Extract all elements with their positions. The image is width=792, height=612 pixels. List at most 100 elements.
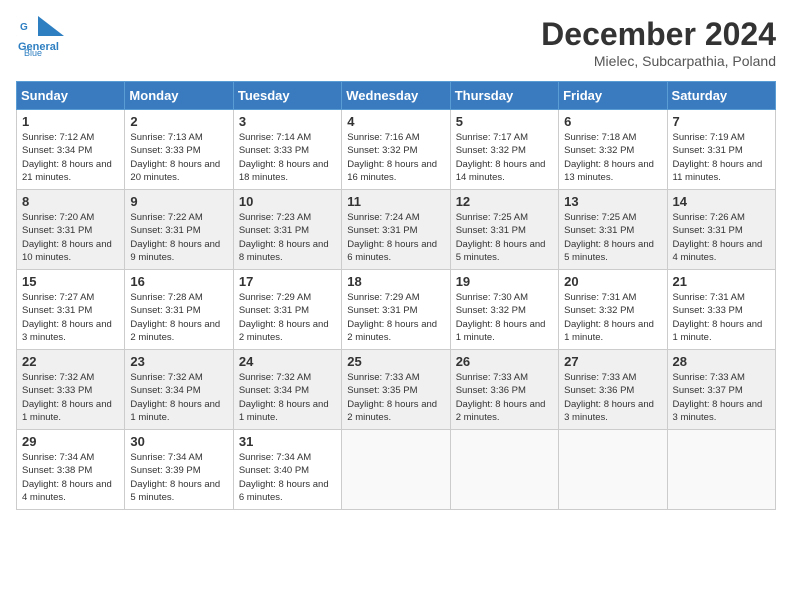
day-info: Sunrise: 7:25 AMSunset: 3:31 PMDaylight:… (456, 211, 553, 264)
calendar-day-cell: 29 Sunrise: 7:34 AMSunset: 3:38 PMDayligh… (17, 430, 125, 510)
column-header-thursday: Thursday (450, 82, 558, 110)
day-info: Sunrise: 7:33 AMSunset: 3:36 PMDaylight:… (564, 371, 661, 424)
day-number: 28 (673, 354, 770, 369)
calendar-day-cell: 5 Sunrise: 7:17 AMSunset: 3:32 PMDaylight… (450, 110, 558, 190)
calendar-header-row: SundayMondayTuesdayWednesdayThursdayFrid… (17, 82, 776, 110)
day-info: Sunrise: 7:33 AMSunset: 3:35 PMDaylight:… (347, 371, 444, 424)
column-header-sunday: Sunday (17, 82, 125, 110)
calendar-day-cell: 23 Sunrise: 7:32 AMSunset: 3:34 PMDayligh… (125, 350, 233, 430)
day-info: Sunrise: 7:20 AMSunset: 3:31 PMDaylight:… (22, 211, 119, 264)
calendar-day-cell: 19 Sunrise: 7:30 AMSunset: 3:32 PMDayligh… (450, 270, 558, 350)
day-number: 7 (673, 114, 770, 129)
day-number: 13 (564, 194, 661, 209)
calendar-day-cell: 4 Sunrise: 7:16 AMSunset: 3:32 PMDaylight… (342, 110, 450, 190)
column-header-wednesday: Wednesday (342, 82, 450, 110)
day-number: 5 (456, 114, 553, 129)
empty-cell (559, 430, 667, 510)
day-number: 19 (456, 274, 553, 289)
calendar-day-cell: 9 Sunrise: 7:22 AMSunset: 3:31 PMDaylight… (125, 190, 233, 270)
calendar-day-cell: 11Sunrise: 7:24 AMSunset: 3:31 PMDayligh… (342, 190, 450, 270)
day-info: Sunrise: 7:31 AMSunset: 3:32 PMDaylight:… (564, 291, 661, 344)
location: Mielec, Subcarpathia, Poland (541, 53, 776, 69)
calendar-day-cell: 14Sunrise: 7:26 AMSunset: 3:31 PMDayligh… (667, 190, 775, 270)
day-number: 23 (130, 354, 227, 369)
day-info: Sunrise: 7:17 AMSunset: 3:32 PMDaylight:… (456, 131, 553, 184)
day-info: Sunrise: 7:34 AMSunset: 3:38 PMDaylight:… (22, 451, 119, 504)
calendar-day-cell: 2 Sunrise: 7:13 AMSunset: 3:33 PMDaylight… (125, 110, 233, 190)
calendar-day-cell: 17Sunrise: 7:29 AMSunset: 3:31 PMDayligh… (233, 270, 341, 350)
day-info: Sunrise: 7:27 AMSunset: 3:31 PMDaylight:… (22, 291, 119, 344)
day-number: 30 (130, 434, 227, 449)
day-number: 17 (239, 274, 336, 289)
calendar-day-cell: 25 Sunrise: 7:33 AMSunset: 3:35 PMDayligh… (342, 350, 450, 430)
calendar-day-cell: 7Sunrise: 7:19 AMSunset: 3:31 PMDaylight… (667, 110, 775, 190)
day-info: Sunrise: 7:30 AMSunset: 3:32 PMDaylight:… (456, 291, 553, 344)
day-number: 26 (456, 354, 553, 369)
calendar-day-cell: 1 Sunrise: 7:12 AMSunset: 3:34 PMDaylight… (17, 110, 125, 190)
day-info: Sunrise: 7:28 AMSunset: 3:31 PMDaylight:… (130, 291, 227, 344)
calendar-day-cell: 21Sunrise: 7:31 AMSunset: 3:33 PMDayligh… (667, 270, 775, 350)
column-header-saturday: Saturday (667, 82, 775, 110)
day-number: 27 (564, 354, 661, 369)
calendar-day-cell: 28Sunrise: 7:33 AMSunset: 3:37 PMDayligh… (667, 350, 775, 430)
calendar-day-cell: 20 Sunrise: 7:31 AMSunset: 3:32 PMDayligh… (559, 270, 667, 350)
logo-icon: G General Blue (16, 16, 64, 56)
day-number: 16 (130, 274, 227, 289)
calendar-week-row: 22Sunrise: 7:32 AMSunset: 3:33 PMDayligh… (17, 350, 776, 430)
calendar-day-cell: 22Sunrise: 7:32 AMSunset: 3:33 PMDayligh… (17, 350, 125, 430)
column-header-monday: Monday (125, 82, 233, 110)
calendar-day-cell: 31Sunrise: 7:34 AMSunset: 3:40 PMDayligh… (233, 430, 341, 510)
day-number: 29 (22, 434, 119, 449)
calendar-day-cell: 15 Sunrise: 7:27 AMSunset: 3:31 PMDayligh… (17, 270, 125, 350)
day-number: 1 (22, 114, 119, 129)
day-info: Sunrise: 7:24 AMSunset: 3:31 PMDaylight:… (347, 211, 444, 264)
calendar-day-cell: 3 Sunrise: 7:14 AMSunset: 3:33 PMDaylight… (233, 110, 341, 190)
day-number: 4 (347, 114, 444, 129)
day-number: 3 (239, 114, 336, 129)
page-header: G General Blue December 2024 Mielec, Sub… (16, 16, 776, 69)
day-info: Sunrise: 7:33 AMSunset: 3:36 PMDaylight:… (456, 371, 553, 424)
calendar-day-cell: 16 Sunrise: 7:28 AMSunset: 3:31 PMDayligh… (125, 270, 233, 350)
column-header-tuesday: Tuesday (233, 82, 341, 110)
day-info: Sunrise: 7:31 AMSunset: 3:33 PMDaylight:… (673, 291, 770, 344)
day-number: 9 (130, 194, 227, 209)
day-number: 10 (239, 194, 336, 209)
day-number: 8 (22, 194, 119, 209)
svg-text:Blue: Blue (24, 48, 42, 56)
day-info: Sunrise: 7:22 AMSunset: 3:31 PMDaylight:… (130, 211, 227, 264)
month-title: December 2024 (541, 16, 776, 53)
day-info: Sunrise: 7:14 AMSunset: 3:33 PMDaylight:… (239, 131, 336, 184)
calendar-day-cell: 30 Sunrise: 7:34 AMSunset: 3:39 PMDayligh… (125, 430, 233, 510)
day-number: 14 (673, 194, 770, 209)
day-number: 22 (22, 354, 119, 369)
calendar-day-cell: 18Sunrise: 7:29 AMSunset: 3:31 PMDayligh… (342, 270, 450, 350)
day-number: 25 (347, 354, 444, 369)
day-number: 12 (456, 194, 553, 209)
day-info: Sunrise: 7:18 AMSunset: 3:32 PMDaylight:… (564, 131, 661, 184)
column-header-friday: Friday (559, 82, 667, 110)
empty-cell (450, 430, 558, 510)
calendar-week-row: 1 Sunrise: 7:12 AMSunset: 3:34 PMDaylight… (17, 110, 776, 190)
day-info: Sunrise: 7:16 AMSunset: 3:32 PMDaylight:… (347, 131, 444, 184)
day-number: 20 (564, 274, 661, 289)
day-info: Sunrise: 7:25 AMSunset: 3:31 PMDaylight:… (564, 211, 661, 264)
day-info: Sunrise: 7:12 AMSunset: 3:34 PMDaylight:… (22, 131, 119, 184)
day-info: Sunrise: 7:34 AMSunset: 3:39 PMDaylight:… (130, 451, 227, 504)
svg-text:G: G (20, 22, 28, 33)
calendar-table: SundayMondayTuesdayWednesdayThursdayFrid… (16, 81, 776, 510)
title-block: December 2024 Mielec, Subcarpathia, Pola… (541, 16, 776, 69)
day-info: Sunrise: 7:23 AMSunset: 3:31 PMDaylight:… (239, 211, 336, 264)
day-number: 2 (130, 114, 227, 129)
calendar-day-cell: 24Sunrise: 7:32 AMSunset: 3:34 PMDayligh… (233, 350, 341, 430)
calendar-week-row: 15 Sunrise: 7:27 AMSunset: 3:31 PMDayligh… (17, 270, 776, 350)
calendar-day-cell: 13 Sunrise: 7:25 AMSunset: 3:31 PMDayligh… (559, 190, 667, 270)
day-info: Sunrise: 7:13 AMSunset: 3:33 PMDaylight:… (130, 131, 227, 184)
day-info: Sunrise: 7:32 AMSunset: 3:34 PMDaylight:… (130, 371, 227, 424)
logo: G General Blue (16, 16, 64, 56)
calendar-day-cell: 26 Sunrise: 7:33 AMSunset: 3:36 PMDayligh… (450, 350, 558, 430)
day-info: Sunrise: 7:34 AMSunset: 3:40 PMDaylight:… (239, 451, 336, 504)
calendar-day-cell: 27 Sunrise: 7:33 AMSunset: 3:36 PMDayligh… (559, 350, 667, 430)
calendar-day-cell: 12 Sunrise: 7:25 AMSunset: 3:31 PMDayligh… (450, 190, 558, 270)
calendar-day-cell: 10 Sunrise: 7:23 AMSunset: 3:31 PMDayligh… (233, 190, 341, 270)
day-number: 15 (22, 274, 119, 289)
